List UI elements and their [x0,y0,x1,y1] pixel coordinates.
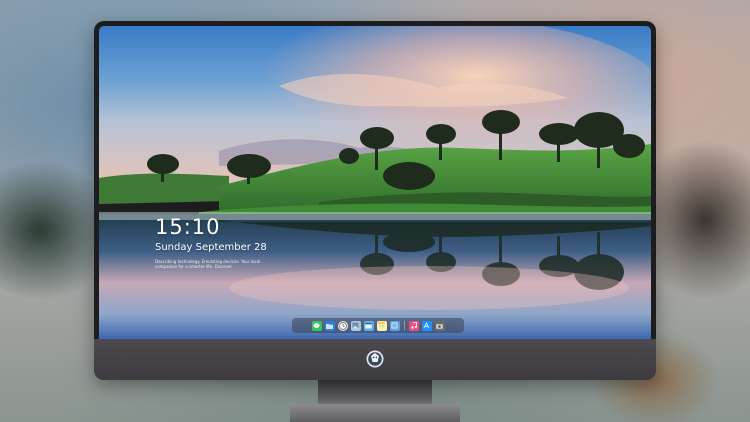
appstore-icon[interactable] [421,320,432,331]
lock-screen-caption: Describing technology. Emulating devices… [155,259,261,269]
dock [292,318,464,333]
photos-icon[interactable] [350,320,361,331]
messages-icon[interactable] [311,320,322,331]
dock-separator [403,321,405,330]
monitor-chin [94,339,656,380]
gallery-icon[interactable] [389,320,400,331]
monitor-stand-neck [318,380,432,406]
brand-logo-icon [366,350,384,368]
lock-screen-date: Sunday September 28 [155,242,267,253]
notes-icon[interactable] [376,320,387,331]
screen: 15:10 Sunday September 28 Describing tec… [99,26,651,339]
lock-screen-time: 15:10 [155,215,221,239]
clock-icon[interactable] [337,320,348,331]
camera-icon[interactable] [434,320,445,331]
wallpaper [99,26,651,339]
video-icon[interactable] [363,320,374,331]
files-icon[interactable] [324,320,335,331]
monitor-stand-base [290,404,460,422]
monitor: 15:10 Sunday September 28 Describing tec… [94,21,656,380]
music-icon[interactable] [408,320,419,331]
